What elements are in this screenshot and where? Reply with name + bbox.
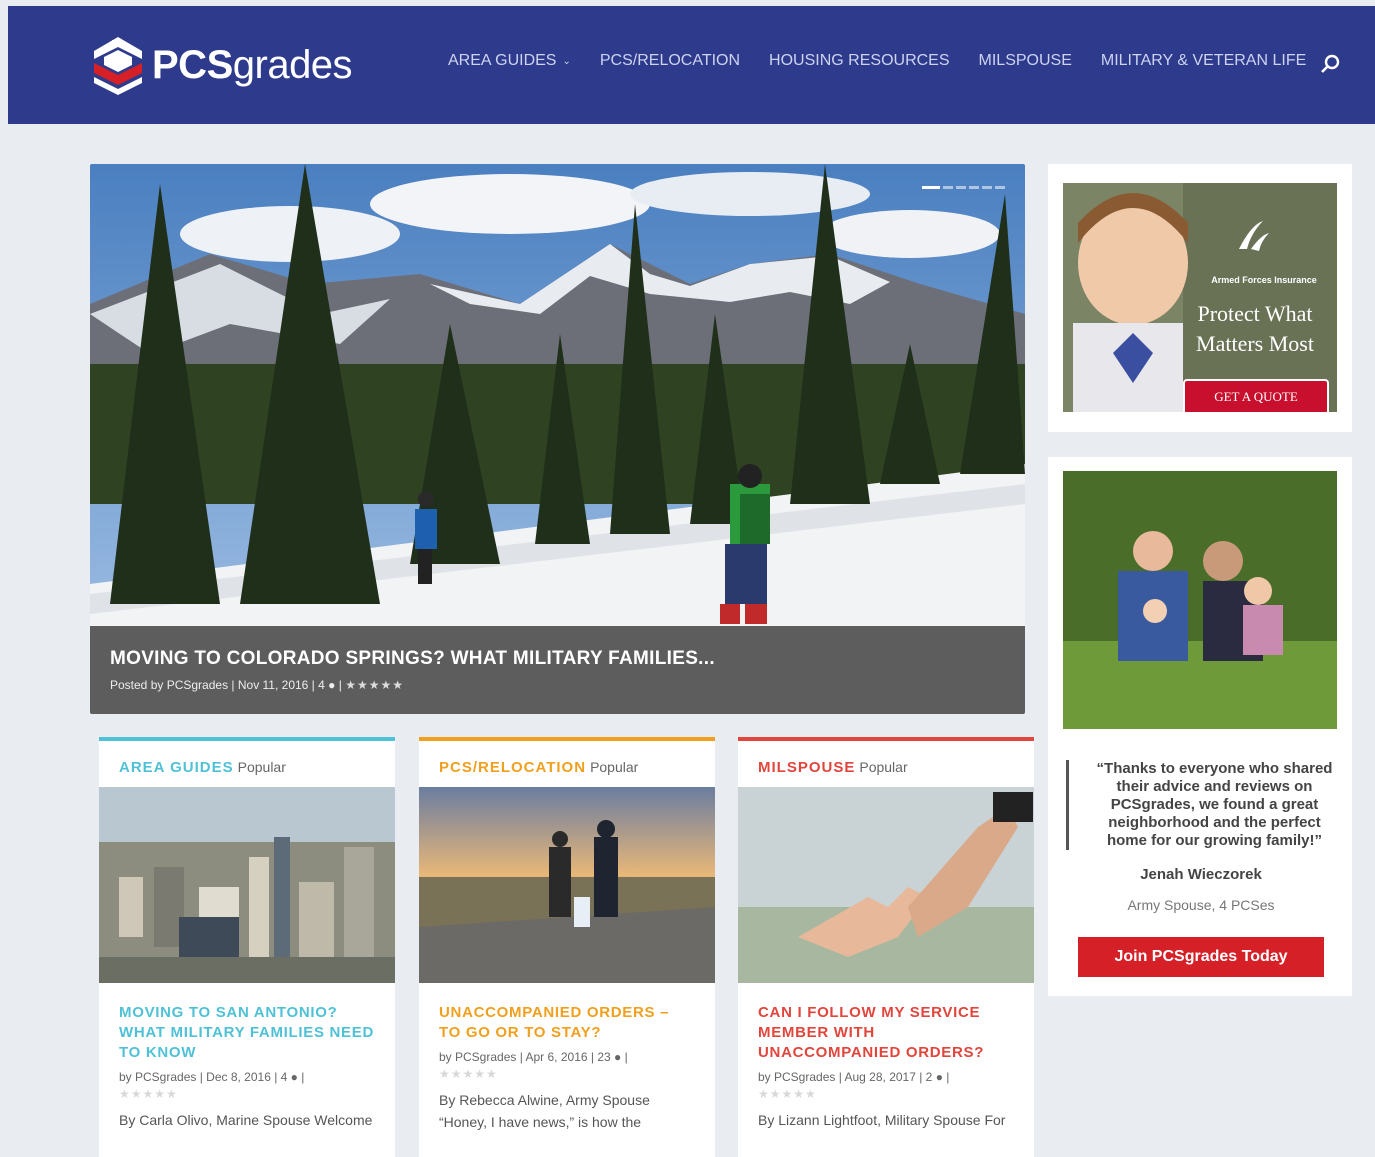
card-body: MOVING TO SAN ANTONIO? WHAT MILITARY FAM… — [99, 983, 395, 1151]
main-nav: AREA GUIDES ⌄ PCS/RELOCATION HOUSING RES… — [448, 52, 1335, 70]
testimonial-quote: “Thanks to everyone who shared their adv… — [1066, 760, 1336, 850]
slider-dot[interactable] — [943, 186, 953, 189]
card-tag: Popular — [237, 759, 286, 775]
card-meta-text: by PCSgrades | Aug 28, 2017 | 2 — [758, 1070, 933, 1084]
rating-stars: ★★★★★ — [119, 1087, 178, 1101]
card-body: CAN I FOLLOW MY SERVICE MEMBER WITH UNAC… — [738, 983, 1034, 1151]
card-meta: by PCSgrades | Dec 8, 2016 | 4 ● | — [119, 1067, 375, 1087]
slider-dot[interactable] — [969, 186, 979, 189]
card-title[interactable]: MOVING TO SAN ANTONIO? WHAT MILITARY FAM… — [119, 1003, 375, 1063]
card-category[interactable]: PCS/RELOCATION — [439, 759, 586, 776]
city-skyline-image[interactable] — [99, 787, 395, 983]
nav-item-milspouse[interactable]: MILSPOUSE — [979, 52, 1072, 70]
get-quote-button[interactable]: GET A QUOTE — [1183, 379, 1329, 412]
card-title[interactable]: UNACCOMPANIED ORDERS – TO GO OR TO STAY? — [439, 1003, 695, 1043]
site-header: PCSgrades AREA GUIDES ⌄ PCS/RELOCATION H… — [8, 6, 1375, 124]
hero-caption: MOVING TO COLORADO SPRINGS? WHAT MILITAR… — [90, 626, 1025, 714]
family-photo — [1063, 471, 1337, 729]
testimonial: “Thanks to everyone who shared their adv… — [1048, 738, 1352, 996]
logo-text: PCSgrades — [152, 42, 353, 87]
chevron-down-icon: ⌄ — [562, 55, 571, 67]
post-card: MILSPOUSE Popular CAN I FOLLOW MY SERVICE… — [738, 737, 1034, 1157]
hero-meta-text: Posted by PCSgrades | Nov 11, 2016 | 4 — [110, 678, 325, 692]
comment-icon: ● | — [287, 1070, 305, 1084]
card-header: AREA GUIDES Popular — [99, 741, 395, 787]
slider-pagination — [922, 186, 1005, 189]
post-card: PCS/RELOCATION Popular UNACCOMPANIED ORDE… — [419, 737, 715, 1157]
ad-image — [1063, 183, 1337, 412]
page: PCSgrades AREA GUIDES ⌄ PCS/RELOCATION H… — [8, 6, 1375, 1157]
comment-icon: ● | — [324, 678, 346, 692]
nav-label: AREA GUIDES — [448, 52, 557, 69]
nav-label: PCS/RELOCATION — [599, 52, 741, 69]
testimonial-role: Army Spouse, 4 PCSes — [1127, 897, 1275, 913]
slider-dot[interactable] — [982, 186, 992, 189]
rating-stars: ★★★★★ — [439, 1067, 498, 1081]
nav-item-area-guides[interactable]: AREA GUIDES ⌄ — [448, 52, 571, 70]
slider-dot[interactable] — [922, 186, 940, 189]
card-category[interactable]: AREA GUIDES — [119, 759, 234, 776]
card-excerpt: By Carla Olivo, Marine Spouse Welcome — [119, 1112, 373, 1128]
hero-slider[interactable]: MOVING TO COLORADO SPRINGS? WHAT MILITAR… — [90, 164, 1025, 714]
card-tag: Popular — [859, 759, 908, 775]
house-logo-icon — [94, 37, 142, 95]
card-meta: by PCSgrades | Aug 28, 2017 | 2 ● | — [758, 1067, 1014, 1087]
post-card: AREA GUIDES Popular MOVING TO SAN ANTONIO… — [99, 737, 395, 1157]
card-title[interactable]: CAN I FOLLOW MY SERVICE MEMBER WITH UNAC… — [758, 1003, 1014, 1063]
nav-label: HOUSING RESOURCES — [769, 52, 950, 69]
ad-banner[interactable]: Armed Forces Insurance Protect What Matt… — [1063, 183, 1337, 412]
ad-brand: Armed Forces Insurance — [1211, 275, 1317, 285]
card-tag: Popular — [590, 759, 639, 775]
rating-stars: ★★★★★ — [345, 678, 404, 692]
comment-icon: ● | — [932, 1070, 950, 1084]
card-meta-text: by PCSgrades | Apr 6, 2016 | 23 — [439, 1050, 611, 1064]
nav-item-housing-resources[interactable]: HOUSING RESOURCES — [769, 52, 949, 70]
nav-item-pcs-relocation[interactable]: PCS/RELOCATION — [600, 52, 740, 70]
card-category[interactable]: MILSPOUSE — [758, 759, 855, 776]
ad-headline: Protect What Matters Most — [1196, 301, 1314, 356]
rating-stars: ★★★★★ — [758, 1087, 817, 1101]
comment-icon: ● | — [610, 1050, 628, 1064]
card-excerpt: By Rebecca Alwine, Army Spouse “Honey, I… — [439, 1092, 650, 1130]
hero-title[interactable]: MOVING TO COLORADO SPRINGS? WHAT MILITAR… — [110, 648, 1005, 670]
afi-logo-icon — [1239, 221, 1269, 251]
logo[interactable]: PCSgrades — [90, 33, 353, 97]
card-meta-text: by PCSgrades | Dec 8, 2016 | 4 — [119, 1070, 288, 1084]
hero-meta: Posted by PCSgrades | Nov 11, 2016 | 4 ●… — [110, 678, 1005, 692]
card-body: UNACCOMPANIED ORDERS – TO GO OR TO STAY?… — [419, 983, 715, 1153]
card-meta: by PCSgrades | Apr 6, 2016 | 23 ● | — [439, 1047, 695, 1067]
nav-label: MILITARY & VETERAN LIFE — [1100, 52, 1307, 69]
nav-label: MILSPOUSE — [978, 52, 1072, 69]
family-walking-image[interactable] — [419, 787, 715, 983]
linked-fingers-image[interactable] — [738, 787, 1034, 983]
card-header: PCS/RELOCATION Popular — [419, 741, 715, 787]
slider-dot[interactable] — [995, 186, 1005, 189]
nav-item-military-veteran-life[interactable]: MILITARY & VETERAN LIFE — [1101, 52, 1306, 70]
search-icon[interactable] — [1320, 53, 1342, 75]
sidebar-ad-widget: Armed Forces Insurance Protect What Matt… — [1048, 164, 1352, 432]
card-header: MILSPOUSE Popular — [738, 741, 1034, 787]
slider-dot[interactable] — [956, 186, 966, 189]
join-button[interactable]: Join PCSgrades Today — [1078, 937, 1324, 977]
card-excerpt: By Lizann Lightfoot, Military Spouse For — [758, 1112, 1006, 1128]
testimonial-name: Jenah Wieczorek — [1140, 866, 1262, 883]
